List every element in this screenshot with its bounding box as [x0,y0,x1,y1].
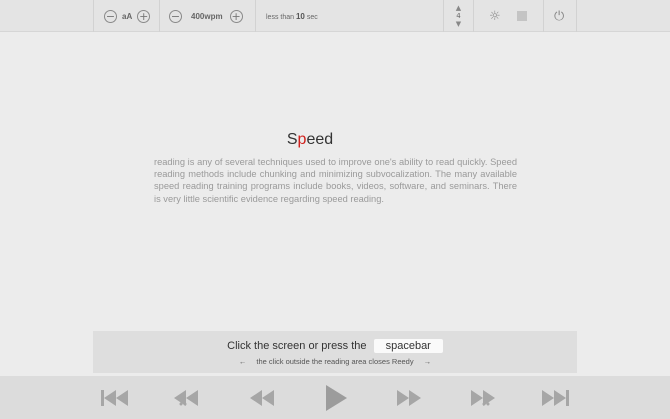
current-word: Speed [286,131,334,148]
skip-to-start-icon [101,389,128,406]
wpm-label: 400wpm [191,11,223,21]
time-remaining-text: less than 10 sec [266,11,318,21]
time-remaining: less than 10 sec [255,0,441,32]
rewind-word-icon [250,389,274,406]
sun-icon[interactable]: ☼ [489,9,501,24]
hint-main-text: Click the screen or press the spacebar [93,339,577,353]
forward-sentence-button[interactable] [463,376,503,419]
skip-to-end-button[interactable] [535,376,575,419]
speed-decrease-button[interactable]: − [169,9,182,23]
chunk-stepper[interactable]: ▲ 4 ▼ [444,0,473,32]
arrow-right-icon: → [423,357,432,366]
rewind-word-button[interactable] [242,376,282,419]
chevron-down-icon[interactable]: ▼ [456,20,461,28]
rewind-sentence-button[interactable] [166,376,206,419]
context-passage: reading is any of several techniques use… [154,157,517,204]
close-control: ⏻ [543,0,577,32]
font-size-control: − aA + [93,0,159,32]
font-decrease-button[interactable]: − [104,9,117,23]
spacebar-key: spacebar [373,339,443,353]
skip-to-start-button[interactable] [95,376,135,419]
font-size-label: aA [122,11,133,21]
playback-controls [0,376,670,419]
chunk-size-control: ▲ 4 ▼ [443,0,473,32]
top-toolbar: − aA + − 400wpm + less than 10 sec ▲ 4 ▼… [0,0,670,32]
font-increase-button[interactable]: + [137,9,151,23]
rewind-sentence-icon [174,389,198,406]
hint-bar: Click the screen or press the spacebar ←… [93,331,577,373]
square-icon[interactable] [516,11,527,21]
theme-control: ☼ [473,0,543,32]
arrow-left-icon: ← [238,357,247,366]
chevron-up-icon[interactable]: ▲ [456,4,461,12]
forward-word-button[interactable] [389,376,429,419]
power-icon[interactable]: ⏻ [554,9,564,24]
play-icon [326,384,347,411]
skip-to-end-icon [542,389,569,406]
speed-control: − 400wpm + [159,0,255,32]
speed-increase-button[interactable]: + [229,9,243,23]
forward-word-icon [397,389,421,406]
chunk-size-value: 4 [456,12,461,20]
play-button[interactable] [316,376,356,419]
reading-area[interactable]: Speed reading is any of several techniqu… [0,33,670,330]
hint-sub-text: ← the click outside the reading area clos… [238,357,432,366]
forward-sentence-icon [471,389,495,406]
